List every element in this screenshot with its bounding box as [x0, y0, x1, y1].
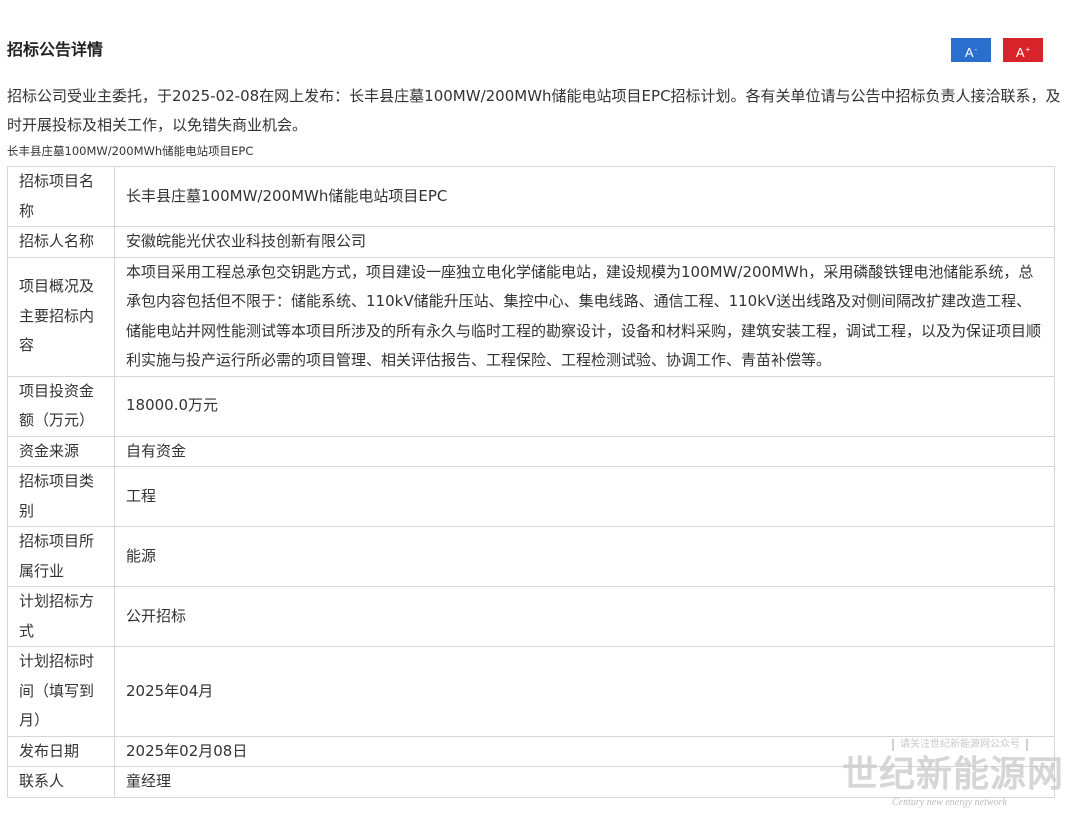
project-subtitle: 长丰县庄墓100MW/200MWh储能电站项目EPC — [7, 144, 254, 158]
intro-paragraph: 招标公司受业主委托，于2025-02-08在网上发布：长丰县庄墓100MW/20… — [7, 87, 1061, 134]
font-increase-plus: + — [1025, 45, 1031, 54]
row-value: 自有资金 — [114, 435, 1055, 467]
row-label: 项目概况及主要招标内容 — [7, 256, 115, 377]
table-row: 招标人名称 安徽皖能光伏农业科技创新有限公司 — [7, 226, 1055, 258]
row-label: 项目投资金额（万元） — [7, 375, 115, 437]
row-value: 18000.0万元 — [114, 375, 1055, 437]
row-label: 资金来源 — [7, 435, 115, 467]
table-row: 联系人 童经理 — [7, 766, 1055, 798]
table-row: 项目投资金额（万元） 18000.0万元 — [7, 375, 1055, 437]
row-value: 本项目采用工程总承包交钥匙方式，项目建设一座独立电化学储能电站，建设规模为100… — [114, 256, 1055, 377]
row-value: 安徽皖能光伏农业科技创新有限公司 — [114, 226, 1055, 258]
table-row: 发布日期 2025年02月08日 — [7, 735, 1055, 767]
row-value: 公开招标 — [114, 586, 1055, 647]
font-decrease-minus: - — [974, 45, 978, 54]
page-title: 招标公告详情 — [7, 40, 104, 59]
table-row: 计划招标方式 公开招标 — [7, 586, 1055, 647]
watermark-sub-text: Century new energy network — [892, 797, 1007, 808]
font-decrease-label: A — [964, 45, 974, 60]
row-label: 计划招标时间（填写到月） — [7, 646, 115, 737]
table-row: 招标项目名称 长丰县庄墓100MW/200MWh储能电站项目EPC — [7, 166, 1055, 227]
row-label: 发布日期 — [7, 735, 115, 767]
row-value: 童经理 — [114, 766, 1055, 798]
page-header: 招标公告详情 A- A+ — [0, 0, 1080, 70]
row-label: 计划招标方式 — [7, 586, 115, 647]
row-label: 招标人名称 — [7, 226, 115, 258]
font-increase-button[interactable]: A+ — [1003, 38, 1043, 62]
row-label: 招标项目名称 — [7, 166, 115, 227]
row-label: 招标项目类别 — [7, 466, 115, 527]
row-value: 能源 — [114, 526, 1055, 587]
row-value: 长丰县庄墓100MW/200MWh储能电站项目EPC — [114, 166, 1055, 227]
font-decrease-button[interactable]: A- — [951, 38, 991, 62]
table-row: 招标项目所属行业 能源 — [7, 526, 1055, 587]
tender-info-table: 招标项目名称 长丰县庄墓100MW/200MWh储能电站项目EPC 招标人名称 … — [7, 166, 1055, 798]
row-label: 联系人 — [7, 766, 115, 798]
table-row: 资金来源 自有资金 — [7, 435, 1055, 467]
table-row: 招标项目类别 工程 — [7, 466, 1055, 527]
table-row: 计划招标时间（填写到月） 2025年04月 — [7, 646, 1055, 737]
row-value: 工程 — [114, 466, 1055, 527]
row-value: 2025年04月 — [114, 646, 1055, 737]
font-increase-label: A — [1015, 45, 1025, 60]
row-value: 2025年02月08日 — [114, 735, 1055, 767]
row-label: 招标项目所属行业 — [7, 526, 115, 587]
table-row: 项目概况及主要招标内容 本项目采用工程总承包交钥匙方式，项目建设一座独立电化学储… — [7, 256, 1055, 377]
